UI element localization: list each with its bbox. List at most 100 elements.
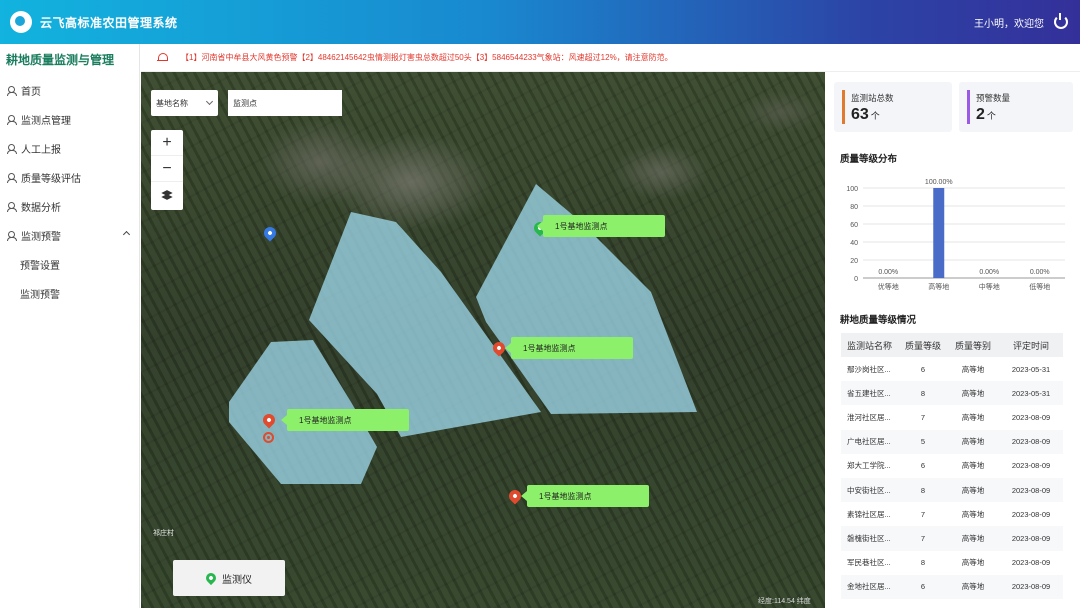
- stat-value: 2个: [976, 106, 996, 124]
- user-icon: [7, 173, 17, 183]
- map-pin-icon: [261, 224, 279, 242]
- column-header: 质量等别: [954, 340, 991, 351]
- table-cell: 8: [920, 485, 926, 495]
- sidebar-item-label: 监测预警: [21, 232, 61, 243]
- chevron-up-icon: [122, 230, 131, 239]
- table-row[interactable]: 淮河社区居... 7 高等地 2023-08-09: [841, 405, 1063, 429]
- user-icon: [7, 202, 17, 212]
- table-row[interactable]: 省五建社区... 8 高等地 2023-05-31: [841, 381, 1063, 406]
- marker-callout[interactable]: 1号基地监测点: [521, 485, 649, 507]
- map-pin-icon: [203, 570, 219, 586]
- app-title: 云飞高标准农田管理系统: [40, 15, 178, 30]
- table-row[interactable]: 郑大工学院... 6 高等地 2023-08-09: [841, 454, 1063, 478]
- stat-number: 63: [851, 106, 869, 123]
- x-tick-label: 优等地: [878, 282, 899, 291]
- stat-label: 预警数量: [976, 93, 1011, 103]
- sidebar-subitem-warning-settings[interactable]: 预警设置: [0, 250, 139, 279]
- monitor-device-label: 监测仪: [222, 574, 252, 586]
- table-body: 鄢沙岗社区... 6 高等地 2023-05-31 省五建社区... 8 高等地 2023-0…: [841, 357, 1063, 599]
- app-header: 云飞高标准农田管理系统 王小明，欢迎您: [0, 0, 1080, 44]
- base-name-select[interactable]: 基地名称: [151, 90, 218, 116]
- stat-unit: 个: [870, 111, 880, 121]
- stat-accent-bar: [842, 90, 845, 124]
- bar-data-label: 100.00%: [925, 179, 953, 186]
- sidebar-item-label: 监测预警: [20, 290, 60, 301]
- map-view[interactable]: 基地名称 + − 1号基地监测点 1号基地监测点 1号基地监测点 1号基地监测点…: [141, 72, 825, 608]
- layers-icon: [162, 190, 172, 200]
- table-title: 耕地质量等级情况: [840, 315, 917, 326]
- table-cell: 高等地: [961, 558, 985, 568]
- marker-callout[interactable]: 1号基地监测点: [281, 409, 409, 431]
- table-cell: 高等地: [961, 509, 985, 519]
- chart-bar[interactable]: [933, 188, 945, 278]
- x-tick-label: 中等地: [979, 282, 1000, 291]
- bell-icon: [157, 52, 168, 63]
- map-marker-blue[interactable]: [261, 224, 279, 243]
- map-marker-red[interactable]: [260, 411, 278, 430]
- x-tick-label: 低等地: [1029, 282, 1050, 291]
- y-tick-label: 20: [850, 258, 858, 265]
- table-cell: 6: [920, 364, 926, 374]
- stat-unit: 个: [986, 111, 996, 121]
- map-marker-red[interactable]: [506, 487, 524, 506]
- user-greeting[interactable]: 王小明，欢迎您: [974, 15, 1044, 30]
- map-pin-icon: [260, 411, 278, 429]
- sidebar-item-quality-assessment[interactable]: 质量等级评估: [0, 163, 139, 192]
- marker-callout[interactable]: 1号基地监测点: [537, 215, 665, 237]
- chevron-down-icon: [205, 97, 214, 106]
- power-icon[interactable]: [1054, 13, 1068, 29]
- table-cell: 高等地: [961, 364, 985, 374]
- monitor-point-input[interactable]: [228, 90, 342, 116]
- table-cell: 2023-08-09: [1011, 558, 1051, 568]
- table-cell: 高等地: [961, 437, 985, 447]
- coordinate-readout: 经度:114.54 纬度: [758, 598, 811, 605]
- warning-ring-icon[interactable]: [263, 432, 274, 443]
- sidebar-subitem-warning-list[interactable]: 监测预警: [0, 279, 139, 308]
- y-tick-label: 60: [850, 222, 858, 229]
- map-zoom-control: + −: [151, 130, 183, 210]
- table-cell: 2023-08-09: [1011, 533, 1051, 543]
- table-cell: 淮河社区居...: [847, 412, 891, 422]
- table-row[interactable]: 金地社区居... 6 高等地 2023-08-09: [841, 574, 1063, 599]
- bar-data-label: 0.00%: [979, 269, 999, 276]
- table-row[interactable]: 军民巷社区... 8 高等地 2023-08-09: [841, 551, 1063, 575]
- table-cell: 中安街社区...: [847, 485, 891, 495]
- table-row[interactable]: 素锦社区居... 7 高等地 2023-08-09: [841, 502, 1063, 526]
- table-cell: 6: [920, 582, 926, 592]
- y-tick-label: 40: [850, 240, 858, 247]
- user-icon: [7, 231, 17, 241]
- marker-callout[interactable]: 1号基地监测点: [505, 337, 633, 359]
- sidebar-item-monitor-warning[interactable]: 监测预警: [0, 221, 139, 250]
- table-cell: 2023-05-31: [1011, 364, 1051, 374]
- village-label: 祁庄村: [153, 530, 174, 537]
- table-row[interactable]: 鄢沙岗社区... 6 高等地 2023-05-31: [841, 357, 1063, 381]
- sidebar: 耕地质量监测与管理 首页 监测点管理 人工上报 质量等级评估 数据分析 监测预警…: [0, 44, 140, 608]
- table-row[interactable]: 磐槐街社区... 7 高等地 2023-08-09: [841, 526, 1063, 551]
- sidebar-item-home[interactable]: 首页: [0, 76, 139, 105]
- table-cell: 高等地: [961, 412, 985, 422]
- layers-button[interactable]: [151, 182, 183, 208]
- table-cell: 金地社区居...: [847, 582, 891, 592]
- sidebar-item-monitor-points[interactable]: 监测点管理: [0, 105, 139, 134]
- zoom-out-button[interactable]: −: [151, 156, 183, 182]
- stat-card-total-stations: 监测站总数 63 个: [834, 82, 952, 132]
- zoom-in-button[interactable]: +: [151, 130, 183, 156]
- y-tick-label: 100: [846, 186, 858, 193]
- sidebar-item-label: 数据分析: [21, 203, 61, 214]
- table-cell: 广电社区居...: [847, 437, 891, 447]
- table-row[interactable]: 广电社区居... 5 高等地 2023-08-09: [841, 429, 1063, 454]
- sidebar-item-label: 监测点管理: [21, 116, 71, 127]
- monitor-device-button[interactable]: 监测仪: [173, 560, 285, 596]
- y-tick-label: 0: [854, 276, 858, 283]
- table-cell: 6: [920, 461, 926, 471]
- right-panel: 监测站总数 63 个 预警数量 2个 质量等级分布 0 20 40 60 80 100 0.0…: [825, 72, 1080, 608]
- sidebar-item-data-analysis[interactable]: 数据分析: [0, 192, 139, 221]
- stat-value: 63 个: [851, 106, 880, 124]
- column-header: 质量等级: [904, 340, 941, 351]
- sidebar-item-manual-report[interactable]: 人工上报: [0, 134, 139, 163]
- map-marker-red[interactable]: [490, 339, 508, 358]
- table-cell: 2023-08-09: [1011, 412, 1051, 422]
- table-cell: 2023-08-09: [1011, 437, 1051, 447]
- alert-marquee: 【1】河南省中牟县大风黄色预警【2】48462145642虫情测报灯害虫总数超过…: [181, 53, 673, 62]
- table-row[interactable]: 中安街社区... 8 高等地 2023-08-09: [841, 477, 1063, 503]
